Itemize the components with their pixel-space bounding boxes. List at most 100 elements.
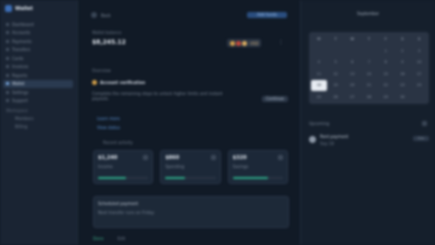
- verification-panel: Account verification Complete the remain…: [92, 80, 288, 110]
- calendar-day[interactable]: 7: [361, 57, 377, 68]
- sidebar-item-label: Payments: [12, 38, 32, 44]
- logo-icon: [5, 5, 12, 12]
- card-label: Savings: [232, 164, 249, 169]
- calendar-day[interactable]: 2: [395, 46, 411, 57]
- summary-card[interactable]: $860 Spending: [160, 150, 221, 184]
- calendar-day[interactable]: 28: [361, 92, 377, 103]
- calendar-day[interactable]: 30: [395, 92, 411, 103]
- app-name: Wallet: [15, 5, 33, 12]
- sidebar-item-label: Transfers: [12, 47, 31, 53]
- summary-card[interactable]: $1,240 Income: [93, 150, 154, 184]
- back-icon[interactable]: [91, 12, 97, 18]
- calendar-day[interactable]: 5: [328, 57, 344, 68]
- view-status-link[interactable]: View status: [97, 125, 120, 130]
- sidebar-item-label: Settings: [12, 89, 29, 95]
- calendar-day[interactable]: 26: [328, 92, 344, 103]
- calendar-day: [328, 46, 344, 57]
- calendar-day[interactable]: 9: [395, 57, 411, 68]
- arrow-icon: [277, 155, 283, 160]
- card-progress: [98, 177, 149, 179]
- flag-icon: [236, 40, 241, 46]
- sidebar-item-payments[interactable]: Payments: [3, 37, 73, 46]
- payments-icon: [6, 39, 9, 43]
- calendar-day[interactable]: 12: [328, 69, 344, 80]
- help-icon: [6, 99, 9, 103]
- sidebar-item-label: Invoices: [12, 64, 29, 70]
- event-item[interactable]: Rent payment Sep 18 Due: [309, 134, 429, 148]
- event-date: Sep 18: [320, 141, 334, 146]
- calendar-day[interactable]: 22: [378, 80, 394, 91]
- calendar-day[interactable]: 1: [378, 46, 394, 57]
- card-progress-fill: [98, 177, 126, 179]
- calendar-day[interactable]: 17: [411, 69, 427, 80]
- add-funds-button[interactable]: Add funds: [247, 12, 287, 18]
- learn-more-link[interactable]: Learn more: [97, 116, 120, 121]
- done-button[interactable]: Done: [93, 236, 104, 241]
- calendar-day[interactable]: 21: [361, 80, 377, 91]
- sidebar-item-dashboard[interactable]: Dashboard: [3, 20, 73, 29]
- calendar-day[interactable]: 27: [344, 92, 360, 103]
- calendar-day[interactable]: 8: [378, 57, 394, 68]
- calendar-day[interactable]: 20: [344, 80, 360, 91]
- calendar-day[interactable]: 3: [411, 46, 427, 57]
- calendar-day[interactable]: 25: [311, 92, 327, 103]
- sidebar-subitem-billing[interactable]: Billing: [3, 122, 73, 130]
- sidebar-item-support[interactable]: Support: [3, 97, 73, 106]
- calendar-day[interactable]: 15: [378, 69, 394, 80]
- sidebar-item-label: Cards: [12, 55, 24, 61]
- note-title: Scheduled payment: [98, 201, 139, 206]
- card-label: Income: [98, 164, 113, 169]
- sidebar-item-reports[interactable]: Reports: [3, 71, 73, 80]
- card-value: $860: [165, 155, 180, 161]
- card-value: $320: [232, 155, 247, 161]
- calendar-day[interactable]: 19: [328, 80, 344, 91]
- filter-icon[interactable]: [422, 121, 427, 126]
- calendar-day[interactable]: 24: [411, 80, 427, 91]
- brand[interactable]: Wallet: [5, 5, 33, 12]
- calendar-grid: M T W T F S S 1 2 3 4 5 6 7 8 9 10 11 12 13 14 15 16 17 18 19 20 21…: [309, 32, 429, 104]
- sidebar-item-label: Accounts: [12, 30, 31, 36]
- calendar-day[interactable]: 14: [361, 69, 377, 80]
- card-value: $1,240: [98, 155, 118, 161]
- sidebar-item-settings[interactable]: Settings: [3, 88, 73, 97]
- calendar-day[interactable]: 13: [344, 69, 360, 80]
- sidebar-item-transfers[interactable]: Transfers: [3, 46, 73, 55]
- sidebar-item-accounts[interactable]: Accounts: [3, 29, 73, 38]
- calendar-weekday: T: [334, 37, 337, 42]
- calendar-day[interactable]: 4: [311, 57, 327, 68]
- card-progress-fill: [232, 177, 268, 179]
- wallet-icon: [6, 82, 9, 86]
- card-progress: [232, 177, 283, 179]
- topbar: Back Add funds: [91, 10, 287, 20]
- avatar: [309, 136, 316, 143]
- calendar-day[interactable]: 16: [395, 69, 411, 80]
- section-title: Overview: [92, 68, 111, 73]
- sidebar: Wallet Dashboard Accounts Payments Trans…: [0, 0, 78, 245]
- status-badge: Due: [413, 136, 429, 141]
- currency-selector[interactable]: USD: [227, 39, 261, 47]
- flag-icon: [242, 40, 247, 46]
- invoice-icon: [6, 65, 9, 69]
- calendar-day[interactable]: 10: [411, 57, 427, 68]
- calendar-day: [311, 46, 327, 57]
- upcoming-label: Upcoming: [309, 121, 330, 126]
- breadcrumb[interactable]: Back: [101, 13, 111, 18]
- summary-card[interactable]: $320 Savings: [227, 150, 288, 184]
- card-progress-fill: [165, 177, 186, 179]
- calendar-day: [361, 46, 377, 57]
- calendar-weekday: W: [350, 37, 355, 42]
- sidebar-item-wallet[interactable]: Wallet: [3, 79, 73, 88]
- sidebar-item-cards[interactable]: Cards: [3, 54, 73, 63]
- sidebar-subitem-members[interactable]: Members: [3, 114, 73, 122]
- calendar-day[interactable]: 23: [395, 80, 411, 91]
- calendar-day[interactable]: 6: [344, 57, 360, 68]
- more-icon[interactable]: ⋮: [278, 40, 284, 46]
- continue-button[interactable]: Continue: [262, 96, 288, 102]
- calendar-day[interactable]: 29: [378, 92, 394, 103]
- right-panel: September M T W T F S S 1 2 3 4 5 6 7 8 9 10 11 12 13 14 15 16…: [300, 0, 435, 245]
- sidebar-item-invoices[interactable]: Invoices: [3, 63, 73, 72]
- calendar-day[interactable]: 18: [311, 80, 327, 91]
- warning-icon: [92, 80, 97, 85]
- calendar-day[interactable]: 11: [311, 69, 327, 80]
- edit-button[interactable]: Edit: [118, 236, 126, 241]
